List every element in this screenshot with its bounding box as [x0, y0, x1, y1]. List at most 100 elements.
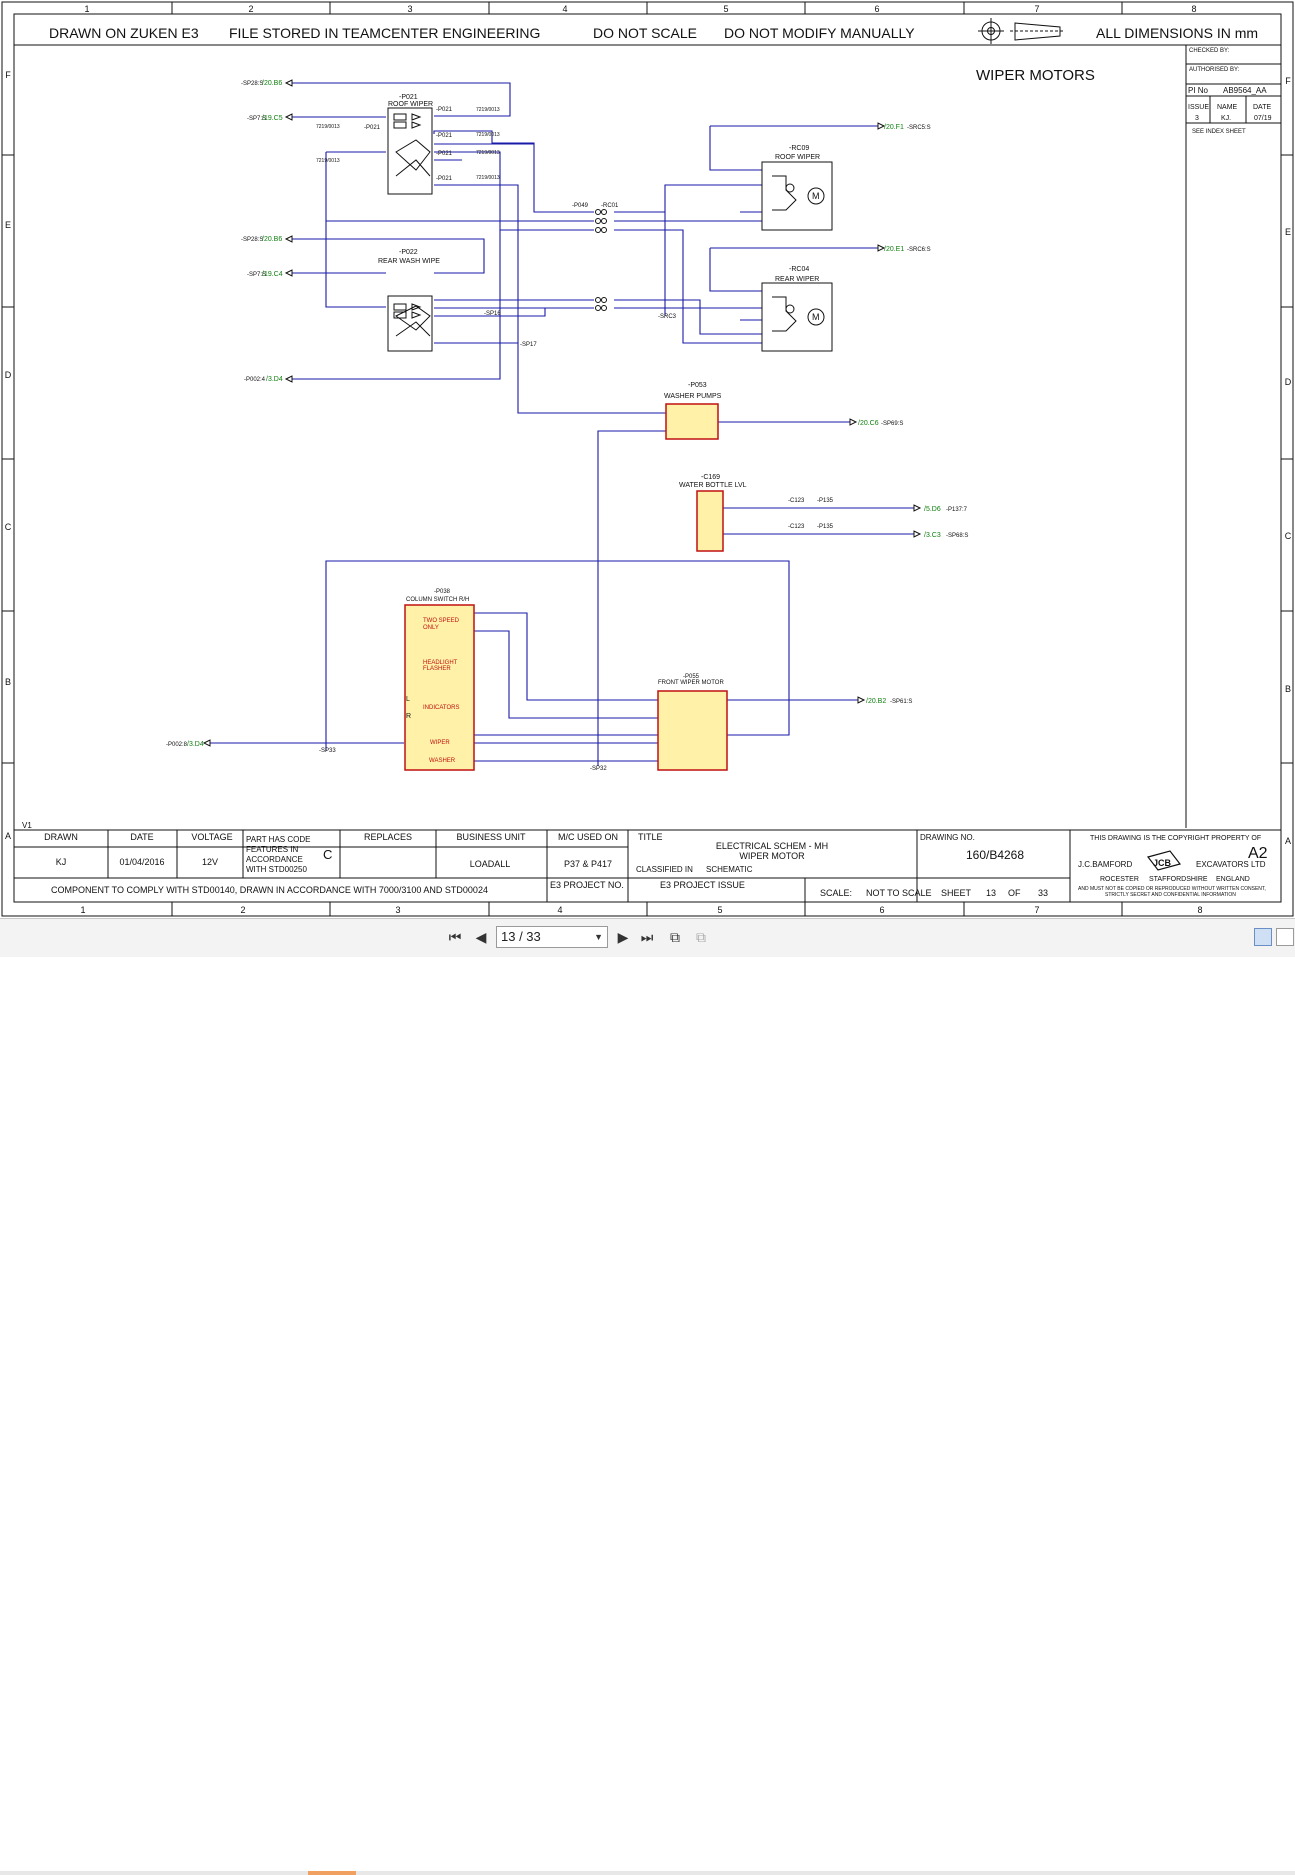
- checked-by-label: CHECKED BY:: [1189, 48, 1230, 54]
- grid-row-d: D: [5, 370, 12, 380]
- header-file-stored: FILE STORED IN TEAMCENTER ENGINEERING: [229, 25, 540, 41]
- header-do-not-scale: DO NOT SCALE: [593, 25, 697, 41]
- ref-p0024-link[interactable]: /3.D4: [266, 376, 283, 383]
- drawn-label: DRAWN: [44, 832, 78, 842]
- copy-page-icon[interactable]: ⧉: [664, 927, 686, 949]
- drawing-no-label: DRAWING NO.: [920, 833, 975, 842]
- part-7219-c: 7219/0013: [476, 150, 500, 156]
- scale-label: SCALE:: [820, 888, 852, 898]
- replaces-label: REPLACES: [364, 832, 412, 842]
- p053-name: WASHER PUMPS: [664, 393, 722, 400]
- e3-issue-label: E3 PROJECT ISSUE: [660, 880, 745, 890]
- splice-sp32: -SP32: [590, 766, 607, 772]
- ref-src5s-link[interactable]: /20.F1: [884, 124, 904, 131]
- grid-row-e-right: E: [1285, 227, 1291, 237]
- ref-p0028-link[interactable]: /3.D4: [187, 741, 204, 748]
- mc-used-on-label: M/C USED ON: [558, 832, 618, 842]
- svg-text:M: M: [812, 191, 820, 201]
- rc04-name: REAR WIPER: [775, 276, 819, 283]
- authorised-by-label: AUTHORISED BY:: [1189, 67, 1240, 73]
- scale-value: NOT TO SCALE: [866, 888, 932, 898]
- ref-sp61s: -SP61:S: [890, 699, 912, 705]
- p021-name: ROOF WIPER: [388, 101, 433, 108]
- grid-col-6-bottom: 6: [879, 905, 884, 915]
- page-indicator: 13 / 33: [501, 929, 541, 944]
- p021-ref: -P021: [399, 94, 418, 101]
- switch-l: L: [406, 696, 410, 703]
- grid-col-7: 7: [1034, 4, 1039, 14]
- date-label-tb: DATE: [130, 832, 153, 842]
- first-page-button[interactable]: ⏮: [444, 927, 466, 949]
- ref-sp61s-link[interactable]: /20.B2: [866, 698, 886, 705]
- issue-label: ISSUE: [1188, 104, 1209, 111]
- ref-sp68s-link[interactable]: /3.C3: [924, 532, 941, 539]
- ref-src6s: -SRC6:S: [907, 247, 931, 253]
- part-code-3: ACCORDANCE: [246, 855, 303, 864]
- paste-page-icon[interactable]: ⧉: [690, 927, 712, 949]
- ref-src6s-link[interactable]: /20.E1: [884, 246, 904, 253]
- sheet-value: 13: [986, 888, 996, 898]
- ref-sp7s-2-link[interactable]: /19.C4: [262, 271, 283, 278]
- splice-sp16: -SP16: [484, 311, 501, 317]
- part-7219-d: 7219/0013: [476, 175, 500, 181]
- previous-page-button[interactable]: ◀: [470, 927, 492, 949]
- washer-label: WASHER: [429, 758, 456, 764]
- grid-row-e: E: [5, 220, 11, 230]
- company-right: EXCAVATORS LTD: [1196, 860, 1266, 869]
- title-label: TITLE: [638, 832, 663, 842]
- grid-col-1-bottom: 1: [80, 905, 85, 915]
- mc-used-on-value: P37 & P417: [564, 859, 612, 869]
- part-code-4: WITH STD00250: [246, 865, 307, 874]
- company-left: J.C.BAMFORD: [1078, 860, 1132, 869]
- name-label: NAME: [1217, 104, 1238, 111]
- classified-label: CLASSIFIED IN: [636, 865, 693, 874]
- p049-ref: -P049: [572, 203, 589, 209]
- two-page-view-icon[interactable]: [1276, 928, 1294, 946]
- ref-sp28s-1-link[interactable]: /20.B6: [262, 80, 282, 87]
- location-1: ROCESTER: [1100, 876, 1139, 883]
- horizontal-scrollbar[interactable]: [0, 1871, 1295, 1875]
- ref-sp7s-1-link[interactable]: /19.C5: [262, 115, 283, 122]
- of-label: OF: [1008, 888, 1021, 898]
- ref-sp69s: -SP69:S: [881, 421, 903, 427]
- ref-sp69s-link[interactable]: /20.C6: [858, 420, 879, 427]
- scrollbar-thumb[interactable]: [308, 1871, 356, 1875]
- part-7219-b: 7219/0013: [476, 132, 500, 138]
- grid-row-f-right: F: [1285, 76, 1291, 86]
- see-index-sheet: SEE INDEX SHEET: [1192, 129, 1246, 135]
- page-selector[interactable]: 13 / 33 ▼: [496, 926, 608, 948]
- grid-col-2: 2: [248, 4, 253, 14]
- single-page-view-icon[interactable]: [1254, 928, 1272, 946]
- location-3: ENGLAND: [1216, 876, 1250, 883]
- part-code-1: PART HAS CODE: [246, 835, 310, 844]
- rc09-name: ROOF WIPER: [775, 154, 820, 161]
- c123-ref-b: -C123: [788, 524, 805, 530]
- schematic-sheet: 1 2 3 4 5 6 7 8 1 2 3 4 5 6 7 8 F E D C …: [0, 0, 1295, 918]
- header-dimensions: ALL DIMENSIONS IN mm: [1096, 25, 1258, 41]
- c169-name: WATER BOTTLE LVL: [679, 482, 747, 489]
- p038-column-switch: -P038 COLUMN SWITCH R/H TWO SPEED ONLY H…: [404, 589, 475, 771]
- p021-label-d: -P021: [436, 176, 453, 182]
- grid-col-8-bottom: 8: [1197, 905, 1202, 915]
- grid-row-b-right: B: [1285, 684, 1291, 694]
- ref-p1377-link[interactable]: /5.D6: [924, 506, 941, 513]
- title-line-1: ELECTRICAL SCHEM - MH: [716, 841, 828, 851]
- date-value: 07/19: [1254, 115, 1272, 122]
- two-speed-label-2: ONLY: [423, 625, 439, 631]
- last-page-button[interactable]: ⏭: [636, 927, 658, 949]
- pi-value: AB9564_AA: [1223, 86, 1267, 95]
- viewer-toolbar: ⏮ ◀ 13 / 33 ▼ ▶ ⏭ ⧉ ⧉: [0, 918, 1295, 1875]
- grid-col-2-bottom: 2: [240, 905, 245, 915]
- header-do-not-modify: DO NOT MODIFY MANUALLY: [724, 25, 915, 41]
- ref-sp68s: -SP68:S: [946, 533, 968, 539]
- p021-label-e: -P021: [364, 125, 381, 131]
- next-page-button[interactable]: ▶: [612, 927, 634, 949]
- grid-col-6: 6: [874, 4, 879, 14]
- grid-row-c-right: C: [1285, 531, 1292, 541]
- ref-sp28s-2-link[interactable]: /20.B6: [262, 236, 282, 243]
- header-drawn-on: DRAWN ON ZUKEN E3: [49, 25, 199, 41]
- splice-src3: -SRC3: [658, 314, 677, 320]
- copyright-text: THIS DRAWING IS THE COPYRIGHT PROPERTY O…: [1090, 835, 1261, 842]
- ref-sp28s-2: -SP28:S: [241, 237, 263, 243]
- indicators-label: INDICATORS: [423, 705, 459, 711]
